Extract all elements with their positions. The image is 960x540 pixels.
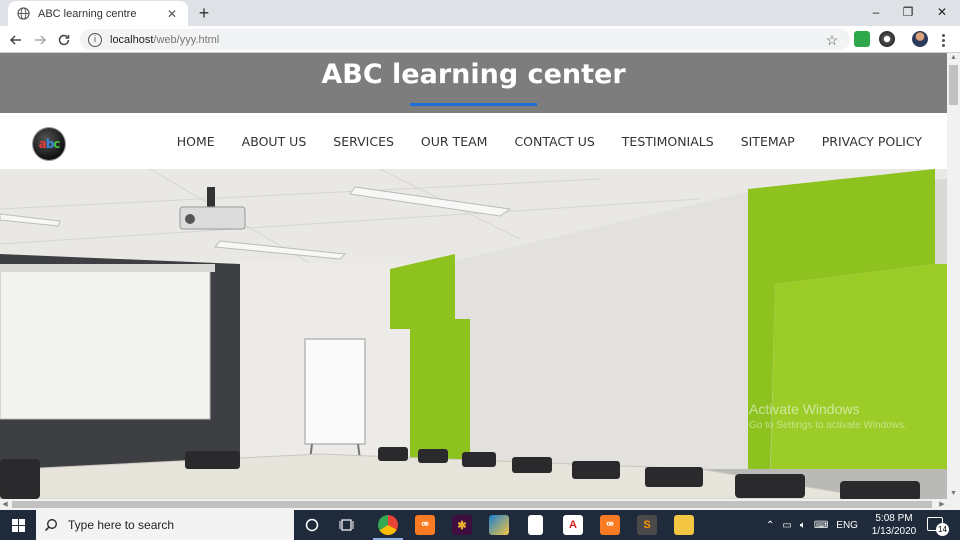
nav-privacy-policy[interactable]: PRIVACY POLICY xyxy=(822,134,922,149)
info-icon[interactable]: i xyxy=(88,32,102,47)
chrome-icon[interactable] xyxy=(378,515,398,535)
shield-extension-icon[interactable] xyxy=(854,31,870,47)
taskbar-search-box[interactable]: Type here to search xyxy=(36,510,294,540)
search-placeholder: Type here to search xyxy=(68,518,175,532)
nav-testimonials[interactable]: TESTIMONIALS xyxy=(622,134,714,149)
xampp-icon[interactable]: ꟹ xyxy=(415,515,435,535)
address-toolbar: i localhost /web/yyy.html ☆ xyxy=(0,26,960,53)
logo-letter-a: a xyxy=(38,137,47,151)
browser-tab[interactable]: ABC learning centre ✕ xyxy=(8,1,188,26)
nav-links: HOME ABOUT US SERVICES OUR TEAM CONTACT … xyxy=(150,113,922,169)
extension-icon[interactable] xyxy=(879,31,895,47)
system-tray: ⌃ ▭ 🔈︎ ⌨︎ ENG xyxy=(766,510,858,540)
new-tab-button[interactable]: + xyxy=(194,3,214,23)
page-viewport: ABC learning center abc HOME ABOUT US SE… xyxy=(0,53,947,499)
close-window-button[interactable]: ✕ xyxy=(926,0,958,24)
main-navigation: abc HOME ABOUT US SERVICES OUR TEAM CONT… xyxy=(0,113,947,169)
url-field[interactable]: i localhost /web/yyy.html xyxy=(80,29,850,50)
nav-services[interactable]: SERVICES xyxy=(333,134,394,149)
nav-contact-us[interactable]: CONTACT US xyxy=(514,134,594,149)
sublime-icon[interactable]: S xyxy=(637,515,657,535)
page-title: ABC learning center xyxy=(321,59,626,90)
acrobat-icon[interactable]: A xyxy=(563,515,583,535)
scroll-left-icon[interactable]: ◀ xyxy=(0,499,10,510)
file-explorer-icon[interactable] xyxy=(674,515,694,535)
tab-close-icon[interactable]: ✕ xyxy=(164,6,180,22)
bookmark-star-icon[interactable]: ☆ xyxy=(822,30,842,50)
horizontal-scrollbar[interactable]: ◀ ▶ xyxy=(0,499,960,510)
page-header: ABC learning center xyxy=(0,53,947,113)
vertical-scroll-thumb[interactable] xyxy=(949,65,958,105)
nav-home[interactable]: HOME xyxy=(177,134,215,149)
windows-logo-icon xyxy=(11,518,25,532)
slack-icon[interactable]: ✱ xyxy=(452,515,472,535)
forward-arrow-icon[interactable] xyxy=(30,30,50,50)
nav-about-us[interactable]: ABOUT US xyxy=(242,134,307,149)
more-menu-icon[interactable] xyxy=(936,30,950,50)
tab-title: ABC learning centre xyxy=(38,7,137,20)
vertical-scrollbar[interactable]: ▲ ▼ xyxy=(947,53,960,499)
minimize-button[interactable]: – xyxy=(860,0,892,24)
action-center-icon[interactable]: 14 xyxy=(927,517,949,536)
windows-taskbar: Type here to search ꟹ ✱ A ꟹ S ⌃ ▭ 🔈︎ ⌨︎ … xyxy=(0,510,960,540)
volume-icon[interactable]: 🔈︎ xyxy=(800,520,806,531)
nav-our-team[interactable]: OUR TEAM xyxy=(421,134,488,149)
activate-windows-subtitle: Go to Settings to activate Windows. xyxy=(749,420,907,431)
keyboard-icon[interactable]: ⌨︎ xyxy=(814,520,828,531)
horizontal-scroll-thumb[interactable] xyxy=(12,501,932,508)
scroll-up-icon[interactable]: ▲ xyxy=(947,53,960,63)
restore-button[interactable]: ❐ xyxy=(892,0,924,24)
show-hidden-icons-icon[interactable]: ⌃ xyxy=(766,520,774,531)
scroll-right-icon[interactable]: ▶ xyxy=(937,499,947,510)
clock-time: 5:08 PM xyxy=(875,513,913,524)
back-arrow-icon[interactable] xyxy=(6,30,26,50)
nav-sitemap[interactable]: SITEMAP xyxy=(741,134,795,149)
file-icon[interactable] xyxy=(528,515,543,535)
task-view-icon[interactable] xyxy=(337,515,357,535)
xampp-control-icon[interactable]: ꟹ xyxy=(600,515,620,535)
clock-date: 1/13/2020 xyxy=(871,526,917,537)
url-path: /web/yyy.html xyxy=(153,33,220,46)
logo-letter-b: b xyxy=(45,137,55,151)
notification-count: 14 xyxy=(936,523,949,536)
start-button[interactable] xyxy=(0,510,36,540)
hero-image-classroom xyxy=(0,169,947,499)
reload-icon[interactable] xyxy=(54,30,74,50)
url-host: localhost xyxy=(110,33,154,46)
activate-windows-title: Activate Windows xyxy=(749,401,860,417)
paint-icon[interactable] xyxy=(489,515,509,535)
globe-icon xyxy=(16,7,30,21)
logo-letter-c: c xyxy=(53,137,60,151)
scroll-down-icon[interactable]: ▼ xyxy=(947,489,960,499)
browser-tab-bar: ABC learning centre ✕ + – ❐ ✕ xyxy=(0,0,960,26)
search-icon xyxy=(44,519,57,532)
title-underline xyxy=(410,103,537,106)
taskbar-clock[interactable]: 5:08 PM 1/13/2020 xyxy=(866,512,922,538)
cortana-icon[interactable] xyxy=(302,515,322,535)
site-logo[interactable]: abc xyxy=(33,128,65,160)
network-icon[interactable]: ▭ xyxy=(782,520,791,531)
language-indicator[interactable]: ENG xyxy=(836,520,858,531)
profile-avatar[interactable] xyxy=(912,31,928,47)
